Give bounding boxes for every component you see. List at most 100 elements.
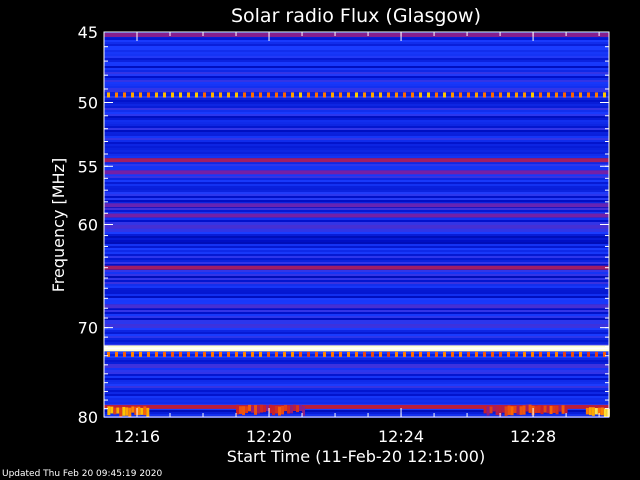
noise-row: [104, 314, 609, 316]
band-dash: [275, 92, 278, 98]
noise-row: [104, 122, 609, 124]
noise-row: [104, 74, 609, 76]
burst-cell: [143, 406, 147, 416]
burst-cell: [525, 404, 529, 412]
band-dash: [451, 92, 454, 98]
band-dash: [347, 351, 350, 357]
band-dash: [147, 92, 150, 98]
noise-row: [104, 396, 609, 398]
band-dash: [515, 351, 518, 357]
noise-row: [104, 72, 609, 74]
noise-row: [104, 58, 609, 60]
band-dash: [595, 92, 598, 98]
noise-row: [104, 294, 609, 296]
band-dash: [227, 351, 230, 357]
noise-row: [104, 50, 609, 52]
band-dash: [467, 351, 470, 357]
band-dash: [299, 351, 302, 357]
band-dash: [387, 92, 390, 98]
noise-row: [104, 232, 609, 234]
noise-row: [104, 146, 609, 148]
burst-cell: [513, 405, 517, 414]
burst-cell: [519, 406, 523, 415]
band-dash: [347, 92, 350, 98]
noise-row: [104, 284, 609, 286]
noise-row: [104, 186, 609, 188]
noise-row: [104, 182, 609, 184]
band-dash: [371, 351, 374, 357]
band-dash: [547, 92, 550, 98]
burst-cell: [125, 407, 129, 416]
burst-cell: [146, 407, 150, 417]
band-dash: [275, 351, 278, 357]
noise-row: [104, 148, 609, 150]
noise-row: [104, 210, 609, 212]
band-dash: [195, 351, 198, 357]
plot-area: [103, 31, 610, 418]
band-dash: [483, 351, 486, 357]
band-dash: [187, 351, 190, 357]
noise-row: [104, 394, 609, 396]
noise-row: [104, 360, 609, 362]
noise-row: [104, 156, 609, 158]
noise-row: [104, 176, 609, 178]
noise-row: [104, 370, 609, 372]
band-dash: [419, 92, 422, 98]
burst-cell: [296, 405, 300, 413]
band-dash: [411, 92, 414, 98]
band-dash: [435, 92, 438, 98]
band-dash: [483, 92, 486, 98]
noise-row: [104, 234, 609, 236]
noise-row: [104, 300, 609, 302]
band-dash: [195, 92, 198, 98]
burst-cell: [516, 405, 520, 415]
band-dash: [307, 92, 310, 98]
noise-row: [104, 124, 609, 126]
noise-row: [104, 340, 609, 342]
band-dash: [251, 351, 254, 357]
band-dash: [499, 351, 502, 357]
band-dash: [451, 351, 454, 357]
band-dash: [219, 92, 222, 98]
noise-row: [104, 136, 609, 138]
noise-row: [104, 80, 609, 82]
noise-row: [104, 112, 609, 114]
burst-cell: [603, 408, 607, 417]
noise-row: [104, 320, 609, 322]
band-dash: [331, 351, 334, 357]
y-tick-label: 50: [78, 94, 98, 113]
noise-row: [104, 336, 609, 338]
noise-row: [104, 258, 609, 260]
noise-row: [104, 52, 609, 54]
noise-row: [104, 82, 609, 84]
band-dash: [355, 351, 358, 357]
noise-row: [104, 364, 609, 366]
burst-cell: [248, 404, 252, 412]
band-dash: [299, 92, 302, 98]
noise-row: [104, 168, 609, 170]
noise-row: [104, 242, 609, 244]
band-dash: [123, 92, 126, 98]
noise-row: [104, 84, 609, 86]
burst-cell: [522, 405, 526, 415]
band-dash: [531, 351, 534, 357]
y-tick-label: 60: [78, 216, 98, 235]
burst-cell: [263, 404, 267, 413]
burst-cell: [591, 407, 595, 416]
noise-row: [104, 380, 609, 382]
noise-row: [104, 166, 609, 168]
burst-cell: [110, 406, 114, 414]
band-dash: [539, 92, 542, 98]
band-dash: [315, 351, 318, 357]
frequency-band: [104, 304, 609, 309]
band-dash: [107, 92, 110, 98]
noise-row: [104, 90, 609, 92]
burst-cell: [528, 404, 532, 413]
burst-cell: [543, 405, 547, 413]
noise-row: [104, 208, 609, 210]
noise-row: [104, 298, 609, 300]
burst-cell: [251, 406, 255, 413]
burst-cell: [287, 405, 291, 414]
noise-row: [104, 76, 609, 78]
burst-cell: [501, 405, 505, 413]
